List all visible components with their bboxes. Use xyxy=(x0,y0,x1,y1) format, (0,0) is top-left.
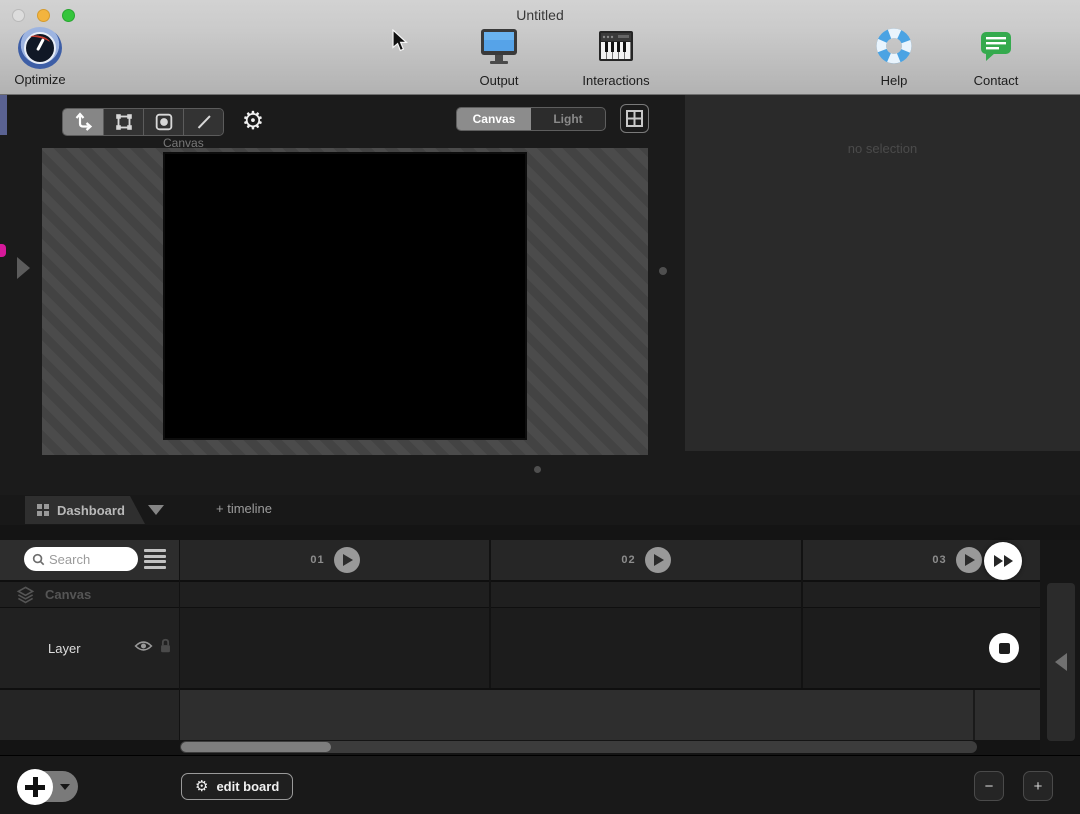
layer-lock-icon[interactable] xyxy=(159,638,172,659)
timeline-panel: 01 02 03 Canvas xyxy=(0,525,1080,755)
dashboard-tab-label: Dashboard xyxy=(57,503,125,518)
layer-row[interactable]: Layer xyxy=(0,608,180,688)
timeline-scrollbar-thumb[interactable] xyxy=(181,742,331,752)
optimize-button[interactable]: Optimize xyxy=(6,27,74,87)
column-03-play-button[interactable] xyxy=(956,547,982,573)
collapse-left-arrow-icon xyxy=(1055,653,1067,671)
layer-name-label: Layer xyxy=(48,641,81,656)
add-dropdown-caret-icon[interactable] xyxy=(60,784,70,790)
layer-group-row-canvas[interactable]: Canvas xyxy=(0,582,1040,607)
move-tool-icon xyxy=(71,110,95,134)
search-icon xyxy=(32,553,45,566)
timeline-footer-left xyxy=(0,690,180,740)
play-icon xyxy=(654,554,664,566)
background-window-edge xyxy=(0,95,7,135)
layers-icon xyxy=(16,585,35,604)
fast-forward-button[interactable] xyxy=(984,542,1022,580)
column-02-play-button[interactable] xyxy=(645,547,671,573)
edit-board-label: edit board xyxy=(216,779,279,794)
midi-keyboard-icon xyxy=(596,27,636,70)
plus-icon xyxy=(25,777,45,797)
panel-divider-handle[interactable] xyxy=(659,267,667,275)
transform-tool-icon xyxy=(113,111,135,133)
column-01-label: 01 xyxy=(310,554,324,566)
timeline-search-bar xyxy=(0,540,180,580)
lifebuoy-icon xyxy=(875,27,913,70)
titlebar: Untitled Optimize Output xyxy=(0,0,1080,95)
optimize-label: Optimize xyxy=(14,72,65,87)
interactions-label: Interactions xyxy=(582,73,649,88)
panel-divider-handle[interactable] xyxy=(534,466,541,473)
no-selection-text: no selection xyxy=(685,141,1080,156)
dashboard-grid-icon xyxy=(37,504,49,516)
tool-group xyxy=(62,108,224,136)
tab-dropdown-caret-icon[interactable] xyxy=(148,505,164,515)
menu-icon[interactable] xyxy=(144,549,166,569)
column-02-label: 02 xyxy=(621,554,635,566)
zoom-in-button[interactable]: + xyxy=(1023,771,1053,801)
mask-tool-button[interactable] xyxy=(143,109,183,135)
search-input[interactable] xyxy=(49,552,129,567)
line-tool-icon xyxy=(193,111,215,133)
search-field[interactable] xyxy=(24,547,138,571)
play-icon xyxy=(965,554,975,566)
help-button[interactable]: Help xyxy=(864,27,924,88)
zoom-out-button[interactable]: − xyxy=(974,771,1004,801)
gauge-icon xyxy=(18,27,62,69)
stop-icon xyxy=(999,643,1010,654)
view-mode-toggle: Canvas Light xyxy=(456,107,606,131)
canvas-settings-gear-icon[interactable]: ⚙ xyxy=(238,106,268,136)
display-icon xyxy=(477,27,521,70)
timeline-column-headers: 01 02 03 xyxy=(180,540,1040,580)
layer-visibility-eye-icon[interactable] xyxy=(134,639,153,658)
contact-button[interactable]: Contact xyxy=(960,27,1032,88)
output-label: Output xyxy=(479,73,518,88)
output-button[interactable]: Output xyxy=(459,27,539,88)
move-tool-button[interactable] xyxy=(63,109,103,135)
play-icon xyxy=(343,554,353,566)
transform-tool-button[interactable] xyxy=(103,109,143,135)
column-03-label: 03 xyxy=(932,554,946,566)
add-timeline-button[interactable]: + timeline xyxy=(216,501,272,516)
contact-label: Contact xyxy=(974,73,1019,88)
stop-button[interactable] xyxy=(989,633,1019,663)
grid-view-button[interactable] xyxy=(620,104,649,133)
window-title: Untitled xyxy=(0,7,1080,23)
edge-marker xyxy=(0,244,6,257)
layer-track-cells[interactable] xyxy=(180,608,1040,688)
help-label: Help xyxy=(881,73,908,88)
timeline-footer-area xyxy=(180,690,1040,740)
expand-left-panel-icon[interactable] xyxy=(17,257,30,279)
canvas-surface[interactable] xyxy=(163,152,527,440)
line-tool-button[interactable] xyxy=(183,109,223,135)
column-header-01: 01 xyxy=(180,540,490,580)
column-header-02: 02 xyxy=(490,540,802,580)
column-01-play-button[interactable] xyxy=(334,547,360,573)
interactions-button[interactable]: Interactions xyxy=(566,27,666,88)
group-canvas-label: Canvas xyxy=(45,587,91,602)
application-window: Untitled Optimize Output xyxy=(0,0,1080,814)
grid-icon xyxy=(626,110,643,127)
chat-bubble-icon xyxy=(976,27,1016,70)
view-toggle-canvas[interactable]: Canvas xyxy=(457,108,531,130)
timeline-scrollbar[interactable] xyxy=(180,741,977,753)
view-toggle-light[interactable]: Light xyxy=(531,108,605,130)
tab-dashboard[interactable]: Dashboard xyxy=(25,496,145,524)
gear-icon: ⚙ xyxy=(195,779,208,794)
mask-tool-icon xyxy=(153,111,175,133)
inspector-panel: no selection xyxy=(685,95,1080,451)
board-tab-bar: Dashboard + timeline xyxy=(0,495,1080,525)
bottom-bar: ⚙ edit board − + xyxy=(0,755,1080,814)
add-button[interactable] xyxy=(17,769,53,805)
fast-forward-icon xyxy=(994,555,1003,567)
collapse-right-panel-button[interactable] xyxy=(1047,583,1075,741)
edit-board-button[interactable]: ⚙ edit board xyxy=(181,773,293,800)
